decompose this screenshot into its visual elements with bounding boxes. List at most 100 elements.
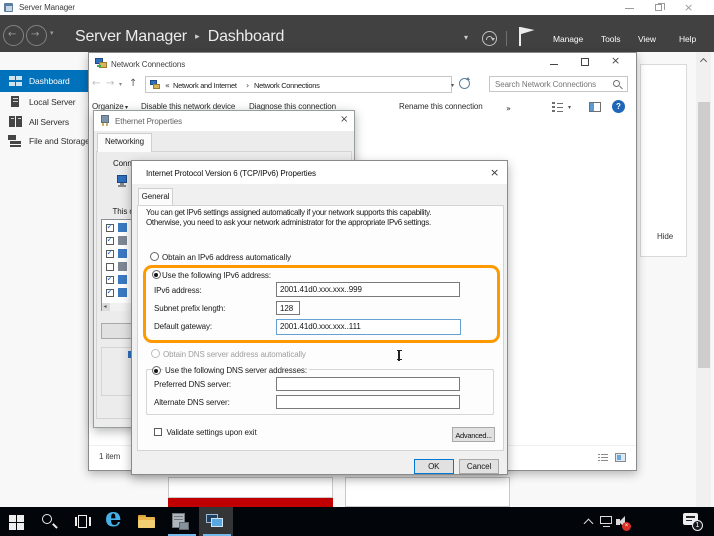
toolbar-more-icon[interactable]: » [506,104,511,114]
sidebar-item-label: Dashboard [29,76,70,87]
address-dropdown-icon[interactable]: ▾ [451,82,454,89]
validate-label[interactable]: Validate settings upon exit [167,428,257,438]
maximize-icon[interactable] [581,58,589,66]
restore-icon-back [658,3,665,10]
tray-volume-icon[interactable]: × [616,515,632,531]
status-view-thumb-icon[interactable] [615,453,626,462]
nav-back-icon[interactable]: ← [92,78,100,89]
cancel-button[interactable]: Cancel [459,459,499,474]
radio-use-dns[interactable] [152,366,161,375]
content-scrollbar[interactable] [696,52,711,507]
search-icon-handle [619,86,623,90]
notification-flag-icon[interactable] [519,27,535,46]
hide-button[interactable]: Hide [657,232,673,242]
network-connections-taskbar-button[interactable] [199,507,233,536]
status-item-count: 1 item [99,452,120,462]
adapter-icon [117,175,129,187]
intro-line2: Otherwise, you need to ask your network … [146,218,431,228]
status-view-list-icon[interactable] [598,453,608,462]
advanced-button[interactable]: Advanced... [452,427,495,442]
server-manager-header: ← → ▾ Server Manager ▸ Dashboard ▾ Manag… [0,15,714,52]
window-title: Network Connections [111,60,185,70]
validate-checkbox[interactable] [154,428,162,436]
close-icon[interactable]: × [684,1,693,14]
os-titlebar: Server Manager × [0,0,714,15]
file-explorer-icon[interactable] [138,515,156,529]
view-details-icon[interactable] [552,102,563,112]
sidebar-item-all-servers[interactable]: All Servers [0,112,88,132]
breadcrumb-part2[interactable]: Network Connections [254,81,320,90]
ipv6-dialog-title: Internet Protocol Version 6 (TCP/IPv6) P… [146,169,316,179]
minimize-icon[interactable] [550,64,558,65]
preferred-dns-field[interactable] [276,377,460,391]
toolbar-rename[interactable]: Rename this connection [399,102,483,112]
tab-networking[interactable]: Networking [97,133,152,152]
address-bar[interactable]: « Network and Internet › Network Connect… [145,76,452,93]
search-icon[interactable] [42,514,58,530]
all-servers-icon [9,116,22,127]
nav-up-icon[interactable]: ↑ [129,78,137,89]
radio-obtain-dns-label: Obtain DNS server address automatically [163,350,306,360]
tab-general[interactable]: General [138,188,173,206]
sidebar: Dashboard Local Server All Servers [0,52,88,507]
sidebar-item-local-server[interactable]: Local Server [0,92,88,112]
minimize-icon[interactable] [625,8,634,9]
close-icon[interactable]: × [490,168,499,178]
search-box[interactable]: Search Network Connections [489,76,628,92]
view-dropdown-icon[interactable]: ▾ [568,104,571,111]
back-button[interactable]: ← [3,25,24,46]
scrollbar-up-icon[interactable] [699,58,706,65]
taskbar: e × 1 [0,507,714,536]
preview-pane-icon[interactable] [589,102,601,112]
alternate-dns-label: Alternate DNS server: [154,398,230,408]
close-icon[interactable]: × [611,54,620,67]
network-connections-icon [95,58,107,70]
close-icon[interactable]: × [340,115,348,125]
menu-view[interactable]: View [638,34,656,45]
breadcrumb-current[interactable]: Dashboard [208,28,284,45]
sidebar-item-file-storage[interactable]: File and Storage Services [0,131,88,151]
nav-history-icon[interactable]: ▾ [119,81,122,88]
roles-tile-right [345,477,510,507]
action-center-icon[interactable]: 1 [683,513,699,527]
task-view-icon[interactable] [75,515,91,529]
sidebar-item-dashboard[interactable]: Dashboard [0,70,88,92]
header-separator [506,31,507,46]
radio-obtain-ipv6[interactable] [150,252,159,261]
header-dropdown-icon[interactable]: ▾ [464,33,468,42]
ethernet-adapter-icon [100,115,110,126]
tray-network-icon[interactable] [600,516,614,528]
menu-tools[interactable]: Tools [601,34,620,45]
forward-button[interactable]: → [26,25,47,46]
ipv6-properties-dialog: Internet Protocol Version 6 (TCP/IPv6) P… [131,160,508,475]
start-button[interactable] [9,515,24,530]
ipv6-dialog-titlebar: Internet Protocol Version 6 (TCP/IPv6) P… [132,161,507,184]
refresh-address-icon[interactable] [459,78,470,89]
scrollbar-thumb[interactable] [698,102,710,368]
radio-use-dns-label[interactable]: Use the following DNS server addresses: [163,366,309,376]
os-window-title: Server Manager [19,3,75,13]
help-icon[interactable]: ? [612,100,625,113]
forward-arrow-icon: → [31,29,39,40]
ethernet-dialog-titlebar: Ethernet Properties × [94,111,354,131]
menu-help[interactable]: Help [679,34,696,45]
nav-forward-icon[interactable]: → [106,78,114,89]
internet-explorer-icon[interactable]: e [105,503,122,533]
server-manager-taskbar-button[interactable] [166,507,198,536]
alternate-dns-field[interactable] [276,395,460,409]
ok-button[interactable]: OK [414,459,454,474]
search-placeholder: Search Network Connections [495,80,596,90]
refresh-icon[interactable] [482,31,497,46]
breadcrumb-chevrons[interactable]: « [165,81,170,91]
radio-obtain-ipv6-label[interactable]: Obtain an IPv6 address automatically [162,253,291,263]
breadcrumb-part1[interactable]: Network and Internet [173,81,237,90]
tray-chevron-icon[interactable] [584,519,594,529]
nav-dropdown-icon[interactable]: ▾ [50,29,54,37]
ethernet-dialog-title: Ethernet Properties [115,117,182,127]
text-cursor [396,350,402,361]
breadcrumb-root[interactable]: Server Manager [75,28,187,45]
roles-tile-left [168,477,333,498]
preferred-dns-label: Preferred DNS server: [154,380,231,390]
menu-manage[interactable]: Manage [553,34,583,45]
breadcrumb-separator-icon: ▸ [195,32,199,42]
